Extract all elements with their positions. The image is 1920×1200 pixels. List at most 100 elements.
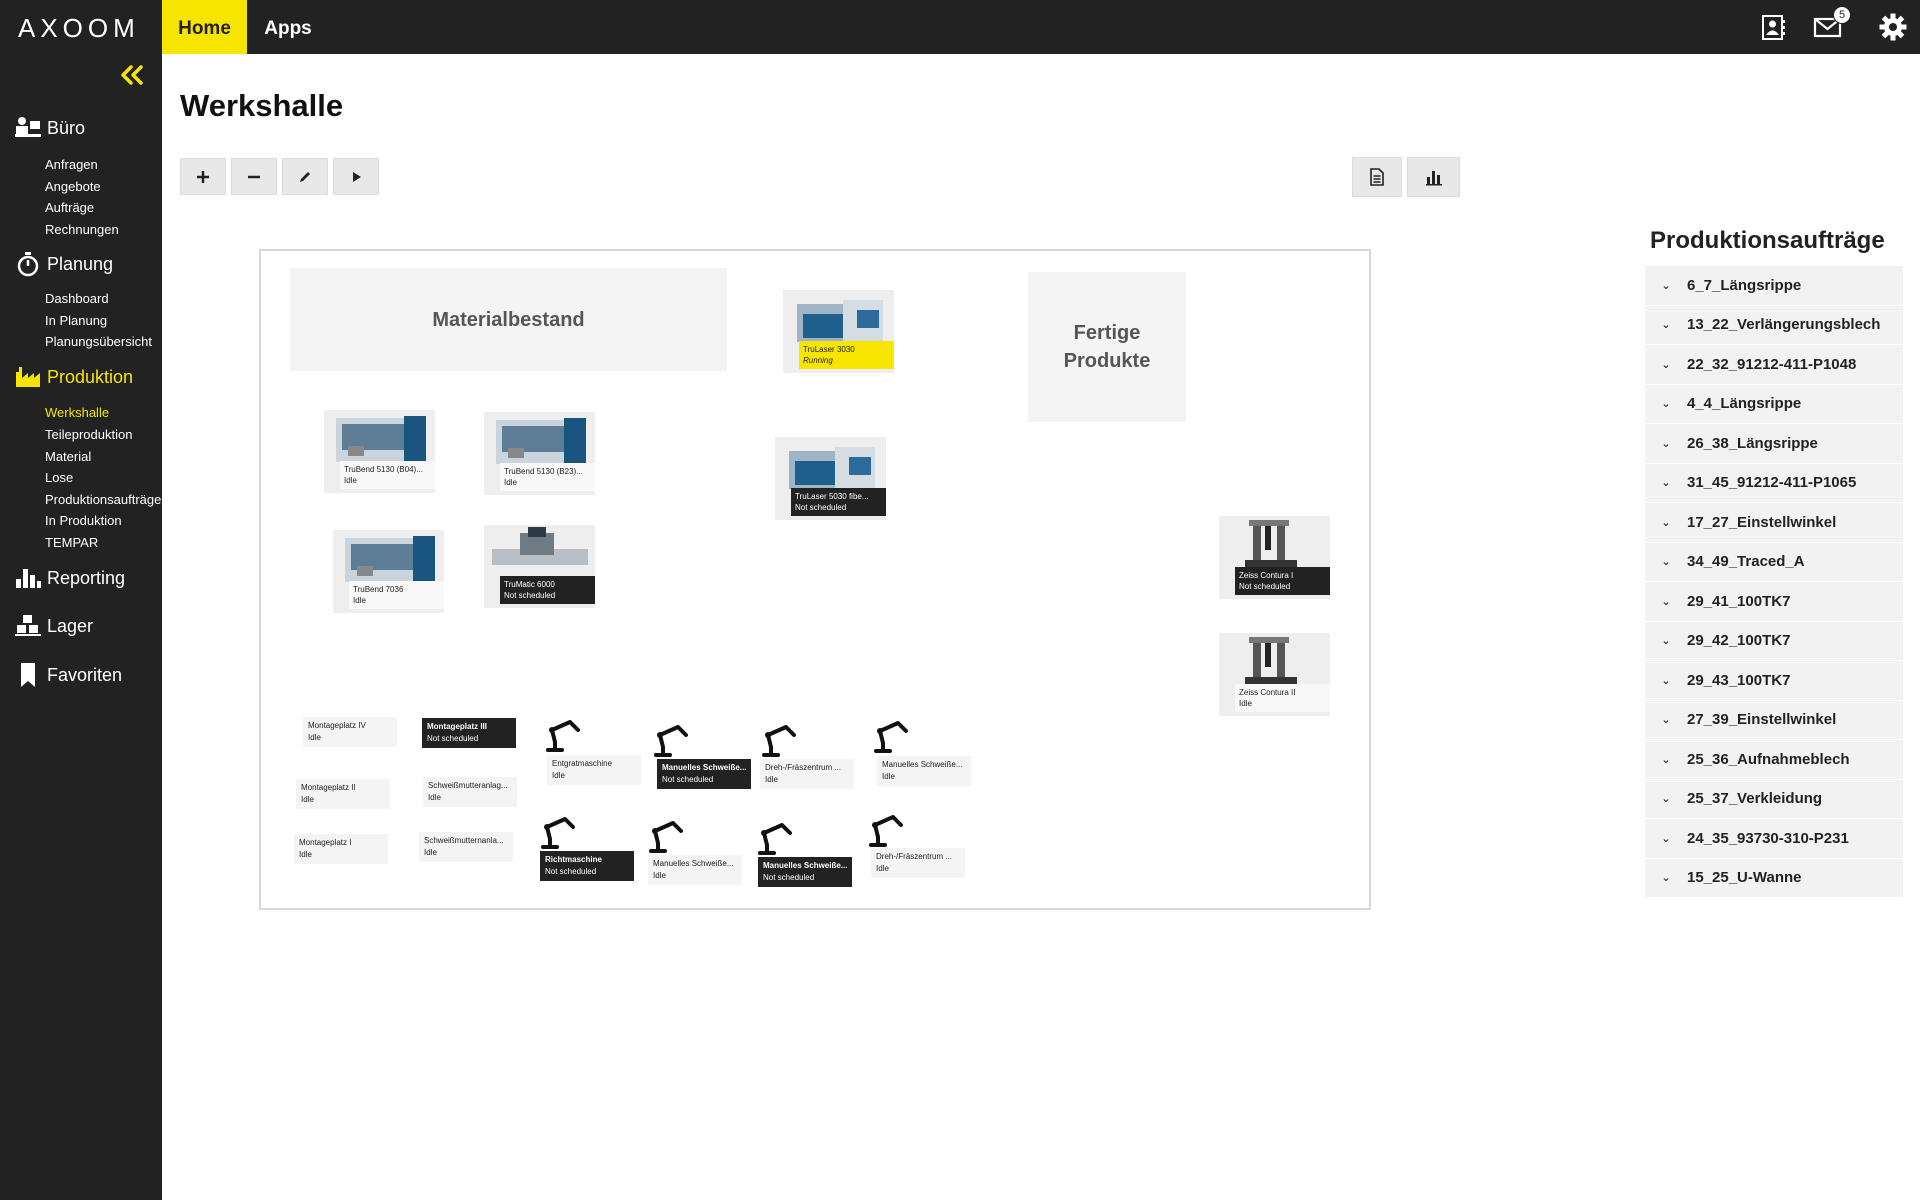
station-montageplatz-1[interactable]: Montageplatz I Idle [294, 834, 388, 864]
station-montageplatz-4[interactable]: Montageplatz IV Idle [303, 717, 397, 747]
station-schweissmutteranlage-2[interactable]: Schweißmutternanla... Idle [419, 832, 513, 862]
axoom-logo[interactable]: AXOOM [18, 13, 140, 44]
robot-arm-icon [654, 725, 688, 757]
page-title: Werkshalle [180, 88, 344, 123]
sidebar-section-lager[interactable]: Lager [14, 613, 93, 639]
sidebar-section-produktion[interactable]: Produktion [14, 364, 133, 390]
machine-trulaser-5030-fiber[interactable]: TruLaser 5030 fibe... Not scheduled [775, 437, 886, 520]
sidebar-item-lose[interactable]: Lose [45, 470, 73, 485]
zoom-out-button[interactable] [231, 158, 277, 195]
robot-arm-icon [874, 721, 908, 753]
station-manuelles-schweissen-4[interactable]: Manuelles Schweiße... Not scheduled [758, 857, 852, 887]
order-item[interactable]: ⌄ 26_38_Längsrippe [1645, 424, 1903, 464]
order-item[interactable]: ⌄ 29_42_100TK7 [1645, 621, 1903, 661]
station-montageplatz-3[interactable]: Montageplatz III Not scheduled [422, 718, 516, 748]
sidebar-item-produktionsauftraege[interactable]: Produktionsaufträge [45, 492, 161, 507]
chart-view-button[interactable] [1407, 157, 1460, 197]
order-item[interactable]: ⌄ 4_4_Längsrippe [1645, 384, 1903, 424]
sidebar-item-in-planung[interactable]: In Planung [45, 313, 107, 328]
sidebar-item-auftraege[interactable]: Aufträge [45, 200, 94, 215]
sidebar-section-buero[interactable]: Büro [14, 115, 85, 141]
order-item[interactable]: ⌄ 25_36_Aufnahmeblech [1645, 740, 1903, 780]
chevron-down-icon: ⌄ [1661, 674, 1671, 687]
chevron-down-icon: ⌄ [1661, 793, 1671, 806]
gear-icon[interactable] [1878, 12, 1908, 42]
chevron-down-icon: ⌄ [1661, 516, 1671, 529]
station-manuelles-schweissen-1[interactable]: Manuelles Schweiße... Not scheduled [657, 759, 751, 789]
sidebar-item-dashboard[interactable]: Dashboard [45, 291, 109, 306]
sidebar-item-teileproduktion[interactable]: Teileproduktion [45, 427, 132, 442]
order-item[interactable]: ⌄ 27_39_Einstellwinkel [1645, 700, 1903, 740]
robot-arm-icon [869, 815, 903, 847]
machine-trumatic-6000[interactable]: TruMatic 6000 Not scheduled [484, 525, 595, 608]
order-item[interactable]: ⌄ 34_49_Traced_A [1645, 542, 1903, 582]
robot-arm-icon [762, 725, 796, 757]
sidebar-item-planungsuebersicht[interactable]: Planungsübersicht [45, 334, 152, 349]
robot-arm-icon [649, 821, 683, 853]
sidebar: Büro Anfragen Angebote Aufträge Rechnung… [0, 54, 162, 1200]
order-item[interactable]: ⌄ 31_45_91212-411-P1065 [1645, 463, 1903, 503]
chevron-down-icon: ⌄ [1661, 398, 1671, 411]
mail-icon[interactable]: 5 [1813, 6, 1851, 42]
chevron-down-icon: ⌄ [1661, 872, 1671, 885]
order-item[interactable]: ⌄ 24_35_93730-310-P231 [1645, 819, 1903, 859]
order-item[interactable]: ⌄ 25_37_Verkleidung [1645, 779, 1903, 819]
machine-trubend-7036[interactable]: TruBend 7036 Idle [333, 530, 444, 613]
sidebar-item-material[interactable]: Material [45, 449, 91, 464]
sidebar-item-tempar[interactable]: TEMPAR [45, 535, 98, 550]
play-button[interactable] [333, 158, 379, 195]
station-richtmaschine[interactable]: Richtmaschine Not scheduled [540, 851, 634, 881]
boxes-icon [15, 615, 41, 636]
zoom-in-button[interactable] [180, 158, 226, 195]
mail-count-badge: 5 [1833, 6, 1851, 24]
factory-icon [16, 367, 40, 387]
zone-fertige-produkte[interactable]: Fertige Produkte [1028, 272, 1186, 422]
station-manuelles-schweissen-3[interactable]: Manuelles Schweiße... Idle [648, 855, 742, 885]
floor-plan[interactable]: Materialbestand Fertige Produkte TruLase… [259, 249, 1371, 910]
sidebar-section-planung[interactable]: Planung [14, 251, 113, 277]
bar-chart-icon [1425, 171, 1442, 186]
station-schweissmutteranlage-1[interactable]: Schweißmutteranlag... Idle [423, 777, 517, 807]
order-item[interactable]: ⌄ 13_22_Verlängerungsblech [1645, 305, 1903, 345]
station-manuelles-schweissen-2[interactable]: Manuelles Schweiße... Idle [877, 756, 971, 786]
order-item[interactable]: ⌄ 29_41_100TK7 [1645, 582, 1903, 622]
machine-trubend-5130-b23[interactable]: TruBend 5130 (B23)... Idle [484, 412, 595, 495]
chevron-down-icon: ⌄ [1661, 556, 1671, 569]
document-view-button[interactable] [1352, 157, 1402, 197]
chevron-down-icon: ⌄ [1661, 832, 1671, 845]
machine-trulaser-3030[interactable]: TruLaser 3030 Running [783, 290, 894, 373]
collapse-sidebar-icon[interactable] [119, 64, 145, 86]
sidebar-item-angebote[interactable]: Angebote [45, 179, 101, 194]
chevron-down-icon: ⌄ [1661, 477, 1671, 490]
edit-button[interactable] [282, 158, 328, 195]
robot-arm-icon [541, 817, 575, 849]
order-item[interactable]: ⌄ 15_25_U-Wanne [1645, 858, 1903, 898]
station-dreh-fraeszentrum-2[interactable]: Dreh-/Fräszentrum ... Idle [871, 848, 965, 878]
robot-arm-icon [546, 720, 580, 752]
sidebar-item-anfragen[interactable]: Anfragen [45, 157, 98, 172]
stopwatch-icon [17, 252, 39, 277]
order-item[interactable]: ⌄ 6_7_Längsrippe [1645, 266, 1903, 306]
sidebar-item-rechnungen[interactable]: Rechnungen [45, 222, 119, 237]
pencil-icon [300, 171, 310, 182]
station-montageplatz-2[interactable]: Montageplatz II Idle [296, 779, 390, 809]
machine-trubend-5130-b04[interactable]: TruBend 5130 (B04)... Idle [324, 410, 435, 493]
machine-zeiss-contura-2[interactable]: Zeiss Contura II Idle [1219, 633, 1330, 716]
contacts-icon[interactable] [1758, 12, 1788, 42]
sidebar-section-favoriten[interactable]: Favoriten [14, 662, 122, 688]
nav-home-tab[interactable]: Home [162, 0, 247, 54]
order-item[interactable]: ⌄ 22_32_91212-411-P1048 [1645, 345, 1903, 385]
station-dreh-fraeszentrum-1[interactable]: Dreh-/Fräszentrum ... Idle [760, 759, 854, 789]
sidebar-item-werkshalle[interactable]: Werkshalle [45, 405, 109, 420]
order-item[interactable]: ⌄ 17_27_Einstellwinkel [1645, 503, 1903, 543]
sidebar-section-reporting[interactable]: Reporting [14, 565, 125, 591]
order-item[interactable]: ⌄ 29_43_100TK7 [1645, 661, 1903, 701]
play-icon [353, 171, 361, 182]
orders-list: ⌄ 6_7_Längsrippe ⌄ 13_22_Verlängerungsblec… [1645, 266, 1903, 898]
sidebar-item-in-produktion[interactable]: In Produktion [45, 513, 122, 528]
machine-zeiss-contura-1[interactable]: Zeiss Contura I Not scheduled [1219, 516, 1330, 599]
nav-apps-tab[interactable]: Apps [253, 0, 323, 54]
zone-materialbestand[interactable]: Materialbestand [290, 268, 727, 371]
station-entgratmaschine[interactable]: Entgratmaschine Idle [547, 755, 641, 785]
chevron-down-icon: ⌄ [1661, 319, 1671, 332]
